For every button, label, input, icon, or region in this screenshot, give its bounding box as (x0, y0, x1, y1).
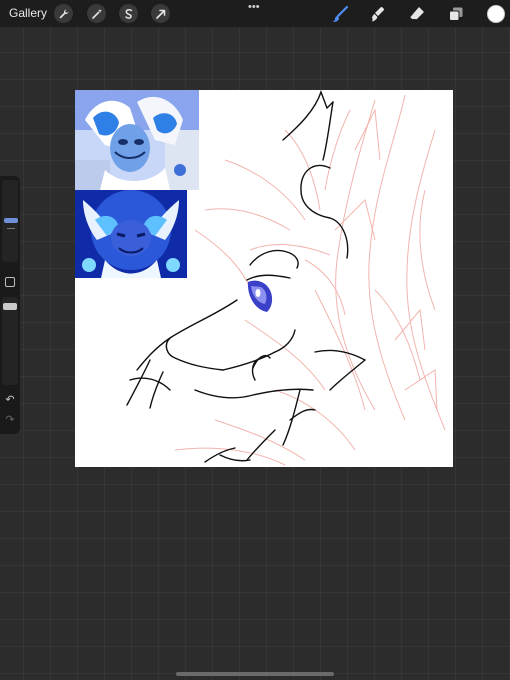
transform-arrow-icon[interactable] (151, 4, 170, 23)
color-picker-swatch[interactable] (487, 5, 505, 23)
opacity-slider[interactable] (2, 297, 18, 385)
left-sidebar: ↶ ↷ (0, 176, 20, 434)
selection-icon[interactable] (119, 4, 138, 23)
modify-square-button[interactable] (5, 277, 15, 287)
undo-button[interactable]: ↶ (3, 393, 17, 406)
redo-button[interactable]: ↷ (3, 413, 17, 426)
slider-tick (7, 228, 15, 229)
brush-size-slider[interactable] (2, 180, 18, 262)
top-toolbar: Gallery ••• (0, 0, 510, 27)
eraser-icon[interactable] (407, 4, 427, 24)
reference-image-2[interactable] (75, 190, 187, 278)
home-indicator (176, 672, 334, 676)
brush-size-handle[interactable] (4, 218, 18, 223)
wrench-icon[interactable] (54, 4, 73, 23)
layers-icon[interactable] (446, 4, 466, 24)
brush-icon[interactable] (330, 4, 350, 24)
gallery-button[interactable]: Gallery (9, 6, 47, 20)
reference-image-1[interactable] (75, 90, 199, 190)
magic-wand-icon[interactable] (87, 4, 106, 23)
opacity-handle[interactable] (3, 303, 17, 310)
eye (247, 280, 273, 312)
drawing-canvas[interactable] (75, 90, 453, 467)
more-menu-button[interactable]: ••• (248, 1, 260, 13)
smudge-icon[interactable] (368, 4, 388, 24)
